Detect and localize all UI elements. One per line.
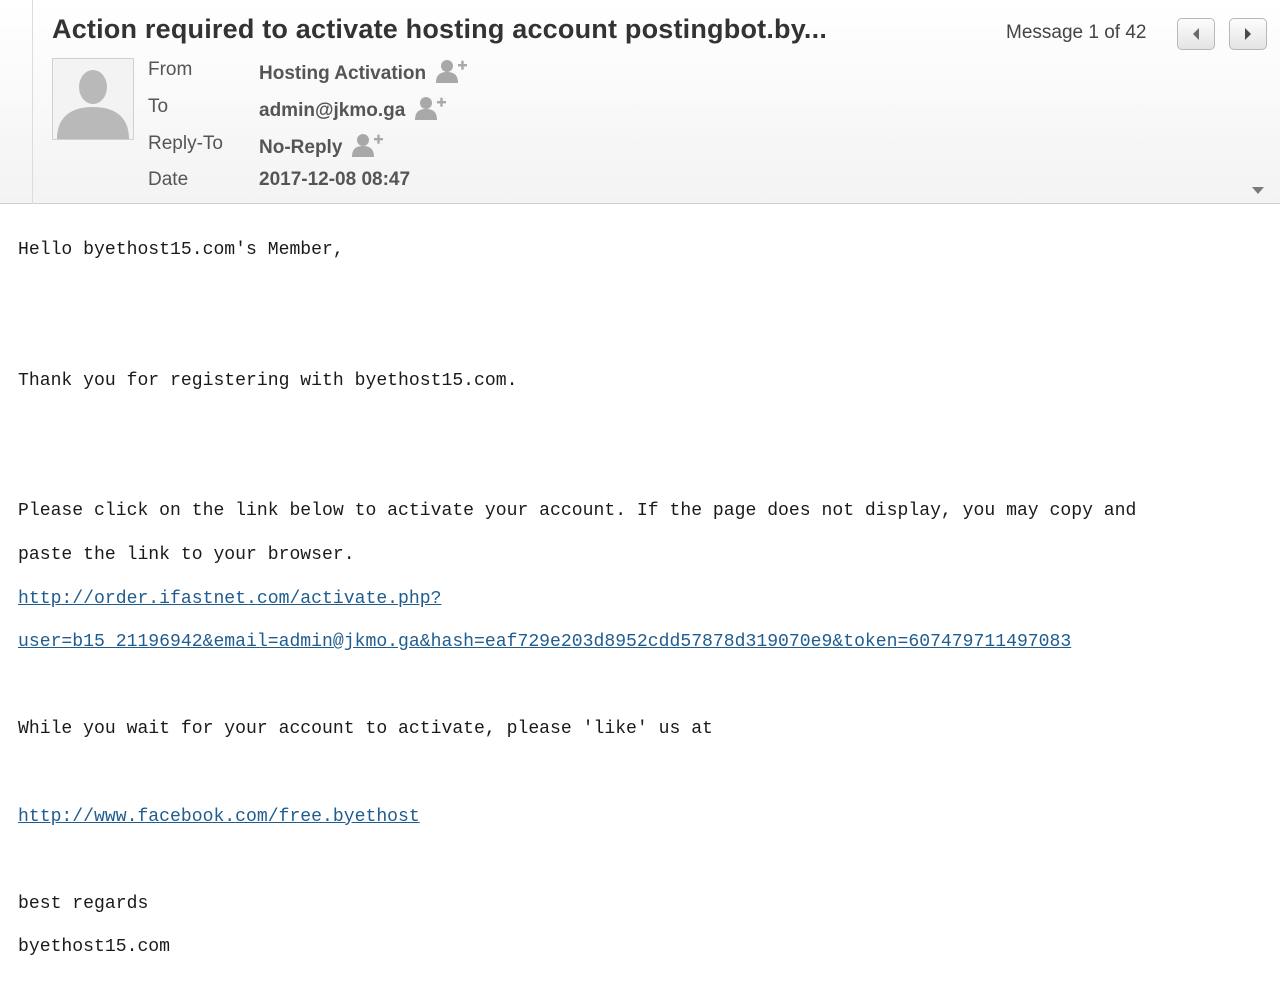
from-field: Hosting Activation: [259, 59, 468, 89]
reply-to-value: No-Reply: [259, 137, 343, 158]
next-message-button[interactable]: [1229, 18, 1267, 50]
message-counter: Message 1 of 42: [1006, 22, 1147, 43]
from-label: From: [148, 59, 193, 80]
facebook-link[interactable]: http://www.facebook.com/free.byethost: [18, 807, 420, 827]
person-silhouette-icon: [57, 70, 129, 139]
instruction-text-2: paste the link to your browser.: [18, 544, 355, 565]
to-label: To: [148, 96, 169, 117]
message-body: Hello byethost15.com's Member, Thank you…: [18, 218, 1136, 981]
caret-down-icon: [1252, 187, 1264, 194]
thanks-text: Thank you for registering with byethost1…: [18, 370, 518, 391]
message-subject: Action required to activate hosting acco…: [52, 14, 828, 44]
chevron-right-icon: [1245, 28, 1251, 40]
activation-link[interactable]: http://order.ifastnet.com/activate.php?: [18, 589, 441, 609]
signature-text: byethost15.com: [18, 937, 171, 958]
closing-text: best regards: [18, 893, 149, 914]
previous-message-button[interactable]: [1177, 18, 1215, 50]
activation-link-cont[interactable]: user=b15_21196942&email=admin@jkmo.ga&ha…: [18, 632, 1071, 652]
to-field: admin@jkmo.ga: [259, 96, 447, 126]
date-value: 2017-12-08 08:47: [259, 169, 411, 190]
wait-text: While you wait for your account to activ…: [18, 719, 713, 740]
reply-to-label: Reply-To: [148, 133, 223, 154]
to-value: admin@jkmo.ga: [259, 100, 406, 121]
sender-avatar: [52, 58, 134, 140]
date-label: Date: [148, 169, 189, 190]
from-value: Hosting Activation: [259, 63, 427, 84]
reply-to-field: No-Reply: [259, 133, 384, 163]
add-contact-icon[interactable]: [436, 59, 468, 89]
instruction-text: Please click on the link below to activa…: [18, 501, 1137, 522]
message-header: Action required to activate hosting acco…: [0, 0, 1280, 204]
add-contact-icon[interactable]: [415, 96, 447, 126]
chevron-left-icon: [1193, 28, 1199, 40]
greeting-text: Hello byethost15.com's Member,: [18, 239, 344, 260]
add-contact-icon[interactable]: [352, 133, 384, 163]
expand-header-button[interactable]: [1251, 182, 1265, 200]
header-divider: [32, 0, 33, 204]
